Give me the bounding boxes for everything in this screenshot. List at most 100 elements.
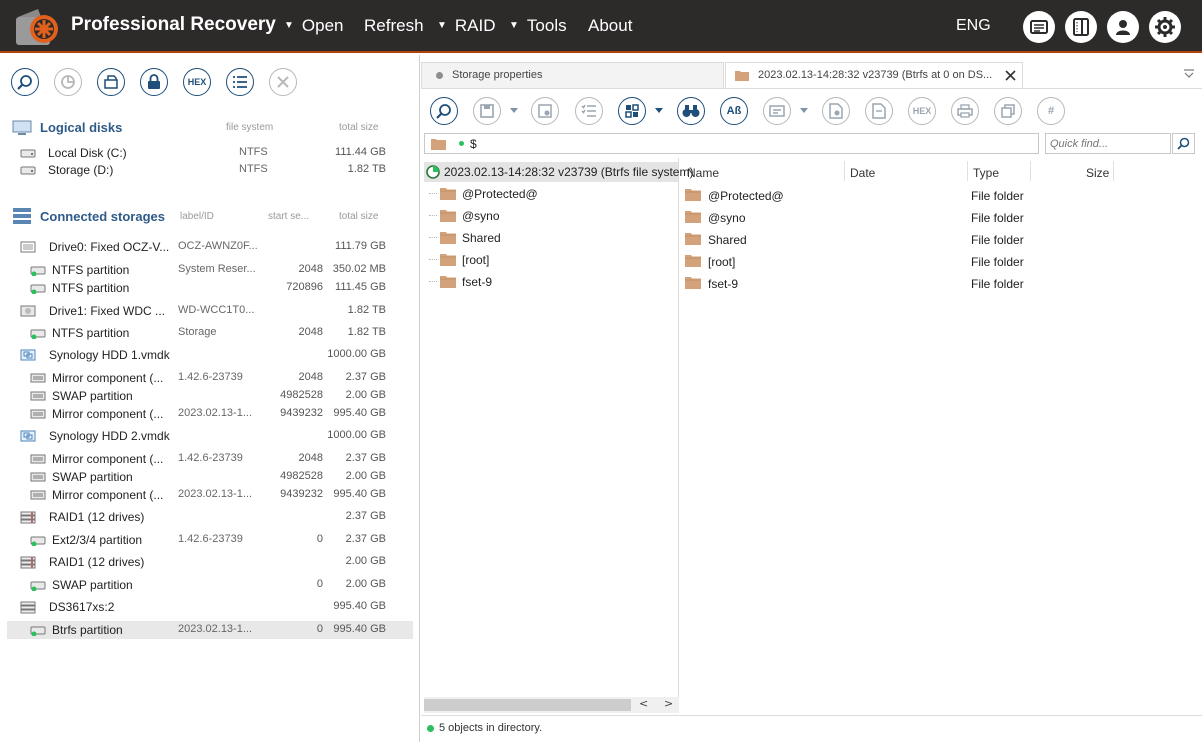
checklist-button[interactable] (575, 97, 603, 125)
storage-row[interactable]: Synology HDD 2.vmdk 1000.00 GB (7, 427, 413, 445)
logical-disk-row[interactable]: Local Disk (C:) NTFS 111.44 GB (7, 144, 413, 162)
scrollbar-thumb[interactable] (424, 699, 631, 711)
hex-view-button[interactable]: HEX (908, 97, 936, 125)
storage-row[interactable]: Drive0: Fixed OCZ-V... OCZ-AWNZ0F... 111.7… (7, 238, 413, 256)
file-gear-button[interactable] (822, 97, 850, 125)
col-separator[interactable] (844, 161, 845, 181)
storage-label: 2023.02.13-1... (178, 623, 253, 635)
path-bar[interactable]: $ (424, 133, 1039, 154)
storage-row[interactable]: NTFS partition 720896 111.45 GB (7, 279, 413, 297)
storage-row[interactable]: Mirror component (... 2023.02.13-1... 9439… (7, 405, 413, 423)
storage-row[interactable]: Mirror component (... 1.42.6-23739 2048 2.3… (7, 450, 413, 468)
file-list-row[interactable]: [root] File folder (680, 251, 1202, 271)
col-name[interactable]: Name (687, 166, 719, 180)
open-image-button[interactable] (97, 68, 125, 96)
tree-folder-label: [root] (462, 253, 490, 267)
col-separator[interactable] (1113, 161, 1114, 181)
account-button[interactable] (1107, 11, 1139, 43)
close-storage-button[interactable] (269, 68, 297, 96)
logical-disk-row[interactable]: Storage (D:) NTFS 1.82 TB (7, 161, 413, 179)
file-settings-button[interactable] (531, 97, 559, 125)
file-list-row[interactable]: fset-9 File folder (680, 273, 1202, 293)
storage-row[interactable]: Mirror component (... 1.42.6-23739 2048 2.3… (7, 369, 413, 387)
tree-folder-item[interactable]: Shared (424, 228, 678, 248)
storage-name: Synology HDD 2.vmdk (49, 429, 170, 443)
scroll-right-icon[interactable]: > (664, 697, 673, 710)
storage-row[interactable]: SWAP partition 4982528 2.00 GB (7, 387, 413, 405)
tab-menu-icon[interactable] (1183, 69, 1195, 79)
copy-icon (1001, 104, 1015, 118)
settings-button[interactable] (1149, 11, 1181, 43)
storage-size: 2.37 GB (345, 510, 386, 522)
storage-row[interactable]: Synology HDD 1.vmdk 1000.00 GB (7, 346, 413, 364)
scan-button[interactable] (430, 97, 458, 125)
scroll-left-icon[interactable]: < (639, 697, 648, 710)
col-type[interactable]: Type (973, 166, 999, 180)
monitor-icon (12, 120, 32, 135)
tab-dot-icon (436, 72, 443, 79)
col-size[interactable]: Size (1086, 166, 1109, 180)
log-button[interactable] (1023, 11, 1055, 43)
storage-row[interactable]: RAID1 (12 drives) 2.00 GB (7, 553, 413, 571)
tab-close-icon[interactable] (1005, 70, 1016, 81)
list-button[interactable] (226, 68, 254, 96)
print-button[interactable] (951, 97, 979, 125)
menu-raid[interactable]: ▼ RAID (437, 16, 496, 36)
file-list-row[interactable]: @Protected@ File folder (680, 185, 1202, 205)
tab-file-system[interactable]: 2023.02.13-14:28:32 v23739 (Btrfs at 0 o… (725, 62, 1023, 88)
tree-horizontal-scrollbar[interactable]: < > (424, 697, 679, 713)
preview-dropdown-icon[interactable] (800, 108, 808, 113)
chart-button[interactable] (54, 68, 82, 96)
storage-row[interactable]: SWAP partition 4982528 2.00 GB (7, 468, 413, 486)
storage-size: 2.00 GB (345, 389, 386, 401)
hex-button[interactable]: HEX (183, 68, 211, 96)
copy-button[interactable] (994, 97, 1022, 125)
menu-about[interactable]: About (588, 16, 632, 36)
quick-find-input[interactable] (1045, 133, 1171, 154)
hash-button[interactable]: # (1037, 97, 1065, 125)
language-selector[interactable]: ENG (956, 17, 991, 35)
view-mode-button[interactable] (618, 97, 646, 125)
tab-storage-properties[interactable]: Storage properties (421, 62, 724, 88)
tree-folder-item[interactable]: [root] (424, 250, 678, 270)
menu-open[interactable]: ▼ Open (284, 16, 344, 36)
file-list-row[interactable]: @syno File folder (680, 207, 1202, 227)
storage-row[interactable]: Ext2/3/4 partition 1.42.6-23739 0 2.37 GB (7, 531, 413, 549)
tree-folder-item[interactable]: @syno (424, 206, 678, 226)
preview-button[interactable] (763, 97, 791, 125)
storage-row[interactable]: Mirror component (... 2023.02.13-1... 9439… (7, 486, 413, 504)
col-separator[interactable] (1030, 161, 1031, 181)
lock-button[interactable] (140, 68, 168, 96)
storage-size: 111.79 GB (335, 240, 386, 252)
find-button[interactable] (677, 97, 705, 125)
tree-root[interactable]: 2023.02.13-14:28:32 v23739 (Btrfs file s… (424, 162, 693, 182)
case-sensitive-button[interactable]: Aß (720, 97, 748, 125)
storage-row[interactable]: Drive1: Fixed WDC ... WD-WCC1T0... 1.82 TB (7, 302, 413, 320)
menu-tools[interactable]: ▼ Tools (509, 16, 567, 36)
file-open-button[interactable] (865, 97, 893, 125)
folder-icon (440, 274, 456, 289)
view-mode-dropdown-icon[interactable] (655, 108, 663, 113)
storage-row[interactable]: DS3617xs:2 995.40 GB (7, 598, 413, 616)
file-list-row[interactable]: Shared File folder (680, 229, 1202, 249)
disk-name: Storage (D:) (48, 163, 114, 177)
storage-label: 2023.02.13-1... (178, 407, 253, 419)
storage-row[interactable]: Btrfs partition 2023.02.13-1... 0 995.40 GB (7, 621, 413, 639)
tree-folder-item[interactable]: fset-9 (424, 272, 678, 292)
folder-icon (440, 230, 456, 245)
storage-row[interactable]: NTFS partition Storage 2048 1.82 TB (7, 324, 413, 342)
save-dropdown-icon[interactable] (510, 108, 518, 113)
folder-icon (431, 139, 446, 150)
panel-button[interactable] (1065, 11, 1097, 43)
storage-row[interactable]: RAID1 (12 drives) 2.37 GB (7, 508, 413, 526)
col-separator[interactable] (967, 161, 968, 181)
col-date[interactable]: Date (850, 166, 875, 180)
quick-find-button[interactable] (1172, 133, 1195, 154)
scan-button[interactable] (11, 68, 39, 96)
storage-row[interactable]: NTFS partition System Reser... 2048 350.02 … (7, 261, 413, 279)
menu-refresh[interactable]: Refresh (364, 16, 424, 36)
path-value: $ (470, 137, 477, 151)
save-button[interactable] (473, 97, 501, 125)
tree-folder-item[interactable]: @Protected@ (424, 184, 678, 204)
storage-row[interactable]: SWAP partition 0 2.00 GB (7, 576, 413, 594)
